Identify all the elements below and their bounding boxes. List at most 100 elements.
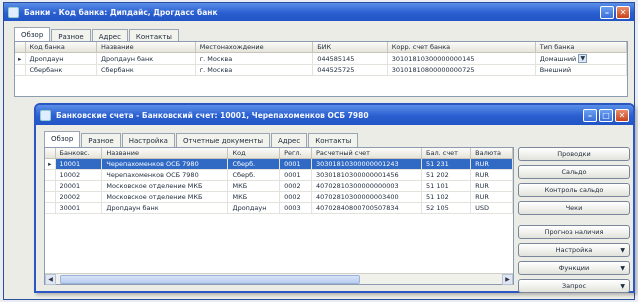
tab-settings[interactable]: Настройка — [121, 133, 175, 147]
table-cell[interactable]: 044585145 — [312, 52, 388, 65]
column-header[interactable]: Банковс. — [55, 148, 103, 159]
row-indicator-icon: ▸ — [45, 158, 56, 170]
table-cell[interactable]: МКБ — [227, 180, 281, 192]
table-row[interactable]: Сбербанк Сбербанк г. Москва 044525725 30… — [15, 64, 628, 76]
table-cell[interactable]: 0003 — [279, 202, 312, 214]
bank-accounts-grid[interactable]: Банковс. Название Код Регл. Расчетный сч… — [44, 147, 514, 285]
table-cell[interactable]: USD — [470, 202, 513, 214]
balance-control-button[interactable]: Контроль сальдо — [518, 183, 630, 197]
bank-accounts-title: Банковские счета - Банковский счет: 1000… — [56, 110, 369, 120]
tab-misc[interactable]: Разное — [81, 133, 121, 147]
table-cell[interactable]: г. Москва — [195, 52, 314, 65]
table-cell[interactable]: 0001 — [279, 169, 312, 181]
tab-overview[interactable]: Обзор — [44, 131, 81, 147]
table-cell[interactable]: 30001 — [55, 202, 103, 214]
bank-accounts-titlebar[interactable]: Банковские счета - Банковский счет: 1000… — [36, 105, 633, 125]
table-row[interactable]: 30001 Дропдаун банк Дропдаун 0003 407028… — [45, 202, 513, 214]
table-cell[interactable]: Московское отделение МКБ — [101, 191, 229, 203]
table-row[interactable]: 20002 Московское отделение МКБ МКБ 0002 … — [45, 191, 513, 203]
table-cell[interactable]: 20001 — [55, 180, 103, 192]
table-cell[interactable]: Сберб. — [227, 158, 281, 170]
table-cell[interactable]: 10002 — [55, 169, 103, 181]
maximize-icon[interactable]: □ — [599, 108, 613, 122]
scroll-thumb[interactable] — [60, 274, 360, 284]
scroll-track[interactable] — [56, 274, 502, 284]
table-cell[interactable]: 40702810300000000003 — [311, 180, 423, 192]
tab-address[interactable]: Адрес — [270, 133, 308, 147]
table-cell[interactable]: RUR — [470, 169, 513, 181]
minimize-icon[interactable]: – — [600, 5, 614, 19]
table-cell[interactable]: Дропдаун банк — [96, 52, 196, 65]
close-icon[interactable]: ✕ — [615, 108, 629, 122]
column-header[interactable]: Код — [227, 148, 281, 159]
table-cell[interactable]: 51 231 — [421, 158, 472, 170]
table-cell[interactable]: Внешний — [535, 64, 628, 76]
close-icon[interactable]: ✕ — [616, 5, 630, 19]
horizontal-scrollbar[interactable]: ◀ ▶ — [45, 273, 513, 285]
banks-window-titlebar[interactable]: Банки - Код банка: Дипдайс, Дрогдасс бан… — [4, 3, 634, 21]
table-cell[interactable]: Дропдаун — [25, 52, 97, 65]
column-header[interactable]: Бал. счет — [421, 148, 472, 159]
table-cell[interactable]: RUR — [470, 158, 513, 170]
table-cell[interactable]: Дропдаун банк — [101, 202, 229, 214]
column-header[interactable]: Тип банка — [535, 42, 628, 53]
table-row[interactable]: 10002 Черепахоменков ОСБ 7980 Сберб. 000… — [45, 169, 513, 181]
minimize-icon[interactable]: – — [583, 108, 597, 122]
column-header[interactable]: Расчетный счет — [311, 148, 423, 159]
table-cell[interactable]: 0002 — [279, 191, 312, 203]
table-cell[interactable]: Дропдаун — [227, 202, 281, 214]
table-cell[interactable]: Московское отделение МКБ — [101, 180, 229, 192]
table-cell[interactable]: 30101810300000000145 — [387, 52, 536, 65]
table-cell[interactable]: RUR — [470, 180, 513, 192]
table-cell[interactable]: 044525725 — [312, 64, 388, 76]
bank-accounts-grid-header: Банковс. Название Код Регл. Расчетный сч… — [45, 148, 513, 159]
balance-button[interactable]: Сальдо — [518, 165, 630, 179]
functions-menu-button[interactable]: Функции ▼ — [518, 261, 630, 275]
tab-contacts[interactable]: Контакты — [308, 133, 359, 147]
inquiry-menu-button[interactable]: Запрос ▼ — [518, 279, 630, 293]
table-cell[interactable]: 10001 — [55, 158, 103, 170]
table-cell[interactable]: 51 202 — [421, 169, 472, 181]
banks-grid[interactable]: Код банка Название Местонахождение БИК К… — [14, 41, 628, 97]
bank-type-combo[interactable]: Домашний ▼ — [535, 52, 628, 65]
column-header[interactable]: Местонахождение — [195, 42, 314, 53]
table-row[interactable]: ▸ 10001 Черепахоменков ОСБ 7980 Сберб. 0… — [45, 158, 513, 170]
column-header[interactable]: Название — [96, 42, 196, 53]
table-cell[interactable]: 30301810300000001243 — [311, 158, 423, 170]
table-cell[interactable]: МКБ — [227, 191, 281, 203]
table-cell[interactable]: 52 105 — [421, 202, 472, 214]
setup-menu-button[interactable]: Настройка ▼ — [518, 243, 630, 257]
column-header[interactable]: Код банка — [25, 42, 97, 53]
table-cell[interactable]: 51 101 — [421, 180, 472, 192]
table-cell[interactable]: 30101810800000000725 — [387, 64, 536, 76]
column-header[interactable]: Регл. — [279, 148, 312, 159]
checks-button[interactable]: Чеки — [518, 201, 630, 215]
table-cell[interactable]: 0002 — [279, 180, 312, 192]
table-cell[interactable]: г. Москва — [195, 64, 314, 76]
column-header[interactable]: Корр. счет банка — [387, 42, 536, 53]
column-header[interactable]: Название — [101, 148, 229, 159]
chevron-down-icon[interactable]: ▼ — [578, 54, 588, 63]
postings-button[interactable]: Проводки — [518, 147, 630, 161]
table-row[interactable]: 20001 Московское отделение МКБ МКБ 0002 … — [45, 180, 513, 192]
table-cell[interactable]: Сбербанк — [25, 64, 97, 76]
table-row[interactable]: ▸ Дропдаун Дропдаун банк г. Москва 04458… — [15, 52, 628, 65]
column-header[interactable]: БИК — [312, 42, 388, 53]
tab-report-documents[interactable]: Отчетные документы — [175, 133, 270, 147]
table-cell[interactable]: Сбербанк — [96, 64, 196, 76]
column-header[interactable]: Валюта — [470, 148, 513, 159]
scroll-left-icon[interactable]: ◀ — [45, 273, 56, 285]
table-cell[interactable]: Черепахоменков ОСБ 7980 — [101, 158, 229, 170]
table-cell[interactable]: 30301810300000001456 — [311, 169, 423, 181]
table-cell[interactable]: 40702810300000003400 — [311, 191, 423, 203]
table-cell[interactable]: Черепахоменков ОСБ 7980 — [101, 169, 229, 181]
cash-forecast-button[interactable]: Прогноз наличия — [518, 225, 630, 239]
table-cell[interactable]: RUR — [470, 191, 513, 203]
table-cell[interactable]: 20002 — [55, 191, 103, 203]
table-cell[interactable]: 40702840800700507834 — [311, 202, 423, 214]
bank-type-value: Домашний — [539, 54, 577, 63]
table-cell[interactable]: Сберб. — [227, 169, 281, 181]
scroll-right-icon[interactable]: ▶ — [502, 273, 513, 285]
table-cell[interactable]: 0001 — [279, 158, 312, 170]
table-cell[interactable]: 51 102 — [421, 191, 472, 203]
